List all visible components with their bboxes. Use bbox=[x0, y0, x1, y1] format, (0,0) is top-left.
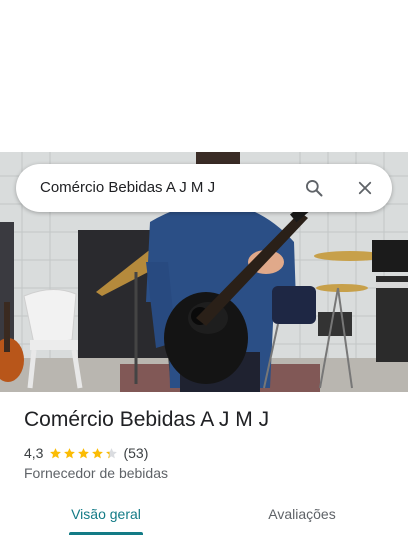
active-tab-indicator bbox=[69, 532, 143, 535]
search-icon[interactable] bbox=[302, 176, 326, 200]
place-title: Comércio Bebidas A J M J bbox=[24, 408, 270, 431]
rating-stars bbox=[49, 447, 119, 460]
search-input[interactable]: Comércio Bebidas A J M J bbox=[40, 164, 215, 212]
star-icon bbox=[50, 447, 62, 458]
star-icon bbox=[78, 447, 90, 458]
star-icon bbox=[106, 447, 118, 458]
star-icon bbox=[64, 447, 76, 458]
place-category[interactable]: Fornecedor de bebidas bbox=[24, 465, 168, 481]
review-count[interactable]: (53) bbox=[123, 445, 148, 461]
star-icon bbox=[92, 447, 104, 458]
close-icon[interactable] bbox=[353, 176, 377, 200]
tab-overview[interactable]: Visão geral bbox=[69, 492, 143, 536]
tab-bar: Visão geral Avaliações bbox=[0, 492, 408, 538]
search-bar[interactable]: Comércio Bebidas A J M J bbox=[16, 164, 392, 212]
rating-row[interactable]: 4,3 (53) bbox=[24, 444, 148, 462]
tab-reviews[interactable]: Avaliações bbox=[266, 492, 338, 536]
rating-value: 4,3 bbox=[24, 445, 44, 461]
